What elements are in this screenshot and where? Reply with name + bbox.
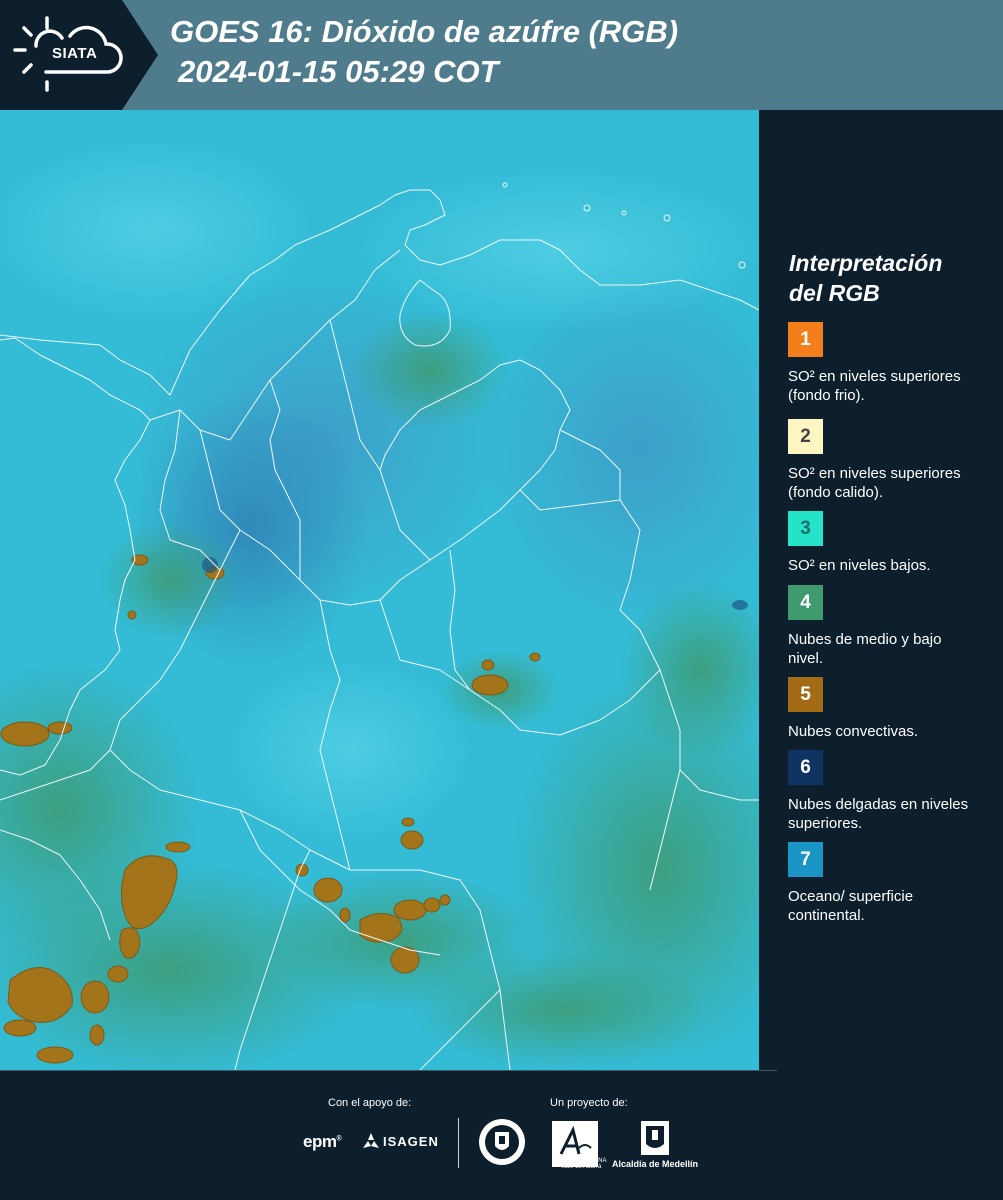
legend-swatch-3: 3 xyxy=(788,511,823,546)
legend-number-3: 3 xyxy=(800,517,811,539)
legend-label-5: Nubes convectivas. xyxy=(788,723,919,740)
epm-logo-text: epm xyxy=(303,1132,337,1151)
legend-panel: Interpretación del RGB 1 SO² en niveles … xyxy=(759,110,1003,1070)
footer-divider-line xyxy=(0,1070,777,1071)
epm-logo: epm® xyxy=(303,1132,342,1151)
legend-number-1: 1 xyxy=(800,328,811,350)
legend-swatch-2: 2 xyxy=(788,419,823,454)
legend-title: Interpretación del RGB xyxy=(789,248,989,308)
legend-item-4: 4 Nubes de medio y bajo nivel. xyxy=(788,585,988,668)
footer: Con el apoyo de: Un proyecto de: epm® IS… xyxy=(0,1070,1003,1200)
header-bar: SIATA GOES 16: Dióxido de azúfre (RGB) 2… xyxy=(0,0,1003,110)
legend-label-1: SO² en niveles superiores (fondo frio). xyxy=(788,368,961,404)
legend-label-4: Nubes de medio y bajo nivel. xyxy=(788,631,942,667)
legend-swatch-4: 4 xyxy=(788,585,823,620)
isagen-logo: ISAGEN xyxy=(383,1134,439,1149)
legend-item-6: 6 Nubes delgadas en niveles superiores. xyxy=(788,750,988,833)
page-timestamp: 2024-01-15 05:29 COT xyxy=(178,54,499,89)
rgb-satellite-image xyxy=(0,110,759,1070)
legend-swatch-7: 7 xyxy=(788,842,823,877)
satellite-map xyxy=(0,110,759,1070)
legend-item-3: 3 SO² en niveles bajos. xyxy=(788,511,988,575)
legend-label-6: Nubes delgadas en niveles superiores. xyxy=(788,796,969,832)
legend-number-6: 6 xyxy=(800,756,811,778)
legend-label-7: Oceano/ superficie continental. xyxy=(788,888,914,924)
project-label: Un proyecto de: xyxy=(550,1097,628,1109)
support-label: Con el apoyo de: xyxy=(328,1097,412,1109)
alcaldia-text: Alcaldía de Medellín xyxy=(612,1159,699,1169)
legend-label-2: SO² en niveles superiores (fondo calido)… xyxy=(788,465,961,501)
logo-text: SIATA xyxy=(52,45,98,62)
alcaldia-seal-icon xyxy=(641,1121,669,1155)
isagen-icon xyxy=(363,1133,379,1148)
legend-item-2: 2 SO² en niveles superiores (fondo calid… xyxy=(788,419,988,502)
legend-number-7: 7 xyxy=(800,848,811,870)
siata-logo: SIATA xyxy=(0,0,158,110)
area-metropolitana-text: METROPOLITANA Valle de Aburrá xyxy=(555,1158,607,1170)
legend-number-4: 4 xyxy=(800,591,811,613)
legend-number-2: 2 xyxy=(800,425,811,447)
legend-item-7: 7 Oceano/ superficie continental. xyxy=(788,842,988,925)
legend-swatch-6: 6 xyxy=(788,750,823,785)
legend-item-5: 5 Nubes convectivas. xyxy=(788,677,988,741)
legend-label-3: SO² en niveles bajos. xyxy=(788,557,931,574)
legend-item-1: 1 SO² en niveles superiores (fondo frio)… xyxy=(788,322,988,405)
legend-number-5: 5 xyxy=(800,683,811,705)
legend-title-line1: Interpretación xyxy=(789,250,943,276)
page-title: GOES 16: Dióxido de azúfre (RGB) xyxy=(170,14,679,49)
legend-swatch-1: 1 xyxy=(788,322,823,357)
footer-divider xyxy=(458,1118,459,1168)
legend-swatch-5: 5 xyxy=(788,677,823,712)
medellin-university-seal-icon xyxy=(479,1119,525,1165)
legend-title-line2: del RGB xyxy=(789,280,880,306)
